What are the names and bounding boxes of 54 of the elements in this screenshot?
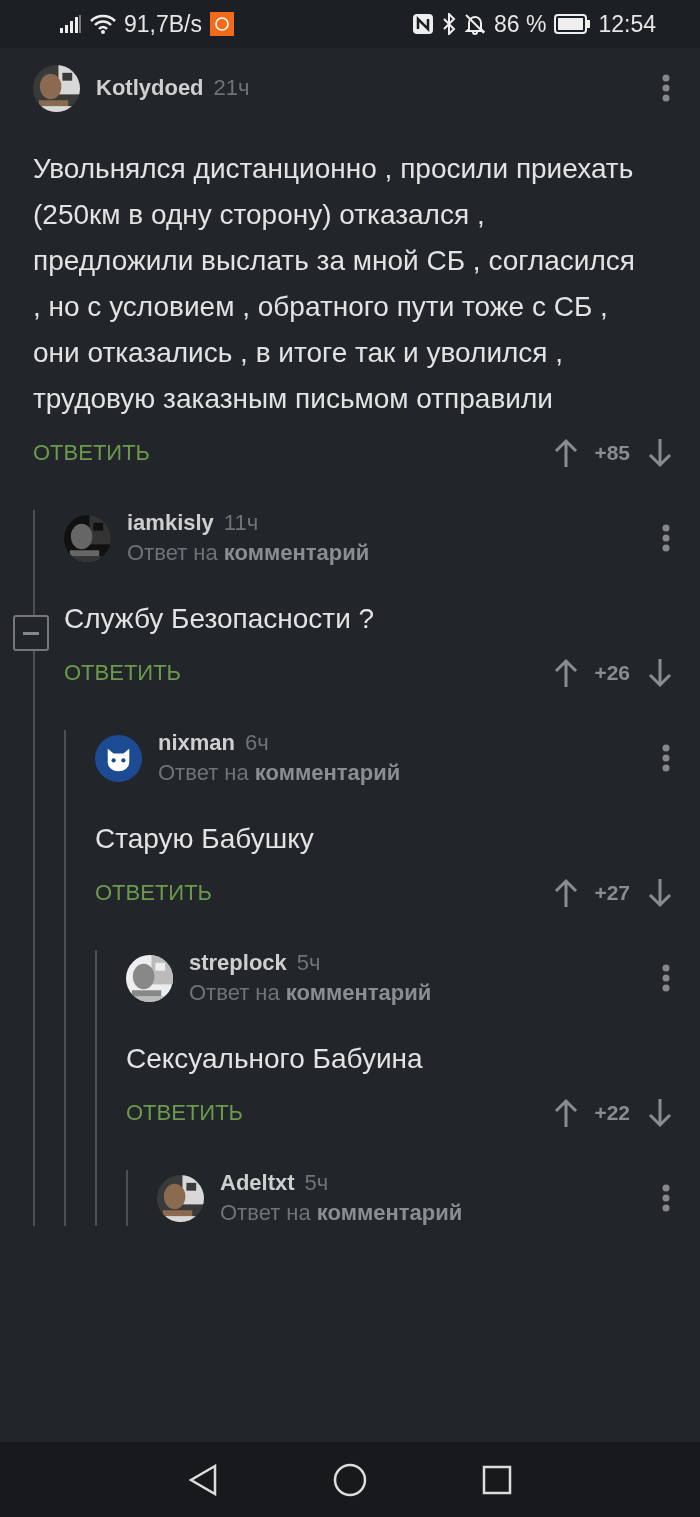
- reply-to-link[interactable]: Ответ на комментарий: [220, 1200, 662, 1226]
- network-speed: 91,7B/s: [124, 10, 202, 38]
- comment-time: 6ч: [245, 730, 269, 756]
- comment-time: 21ч: [213, 75, 250, 101]
- vote-score: +22: [594, 1101, 630, 1125]
- vote-score: +27: [594, 881, 630, 905]
- comment-text: Службу Безопасности ?: [64, 602, 376, 636]
- battery-percent: 86 %: [494, 10, 547, 38]
- downvote-icon[interactable]: [648, 658, 672, 688]
- more-menu-icon[interactable]: [662, 744, 670, 772]
- upvote-icon[interactable]: [554, 878, 579, 908]
- comment-text: Старую Бабушку: [95, 822, 315, 856]
- upvote-icon[interactable]: [554, 1098, 579, 1128]
- upvote-icon[interactable]: [554, 658, 579, 688]
- more-menu-icon[interactable]: [662, 964, 670, 992]
- downvote-icon[interactable]: [648, 878, 672, 908]
- reply-to-link[interactable]: Ответ на комментарий: [189, 980, 662, 1006]
- more-menu-icon[interactable]: [662, 524, 670, 552]
- author-name[interactable]: Kotlydoed: [96, 75, 204, 101]
- upvote-icon[interactable]: [554, 438, 579, 468]
- reply-to-link[interactable]: Ответ на комментарий: [127, 540, 662, 566]
- collapse-icon[interactable]: [13, 615, 49, 651]
- vote-score: +85: [594, 441, 630, 465]
- app-notification-icon: [210, 12, 234, 36]
- comment-text: Сексуального Бабуина: [126, 1042, 424, 1076]
- comment-time: 11ч: [223, 510, 259, 536]
- more-menu-icon[interactable]: [662, 1184, 670, 1212]
- more-menu-icon[interactable]: [662, 74, 670, 102]
- comment-text: Увольнялся дистанционно , просили приехать (250км в одну сторону) отказался , предложили выслать за мной СБ , согласился , но с условием , обратного пути тоже с СБ , они отказались , в итоге так и уволился , трудовую заказным письмом отправили: [33, 152, 636, 416]
- downvote-icon[interactable]: [648, 1098, 672, 1128]
- clock: 12:54: [598, 10, 656, 38]
- author-name[interactable]: streplock: [189, 950, 287, 976]
- nfc-icon: [412, 13, 434, 35]
- signal-icon: [60, 15, 82, 33]
- downvote-icon[interactable]: [648, 438, 672, 468]
- reply-to-link[interactable]: Ответ на комментарий: [158, 760, 662, 786]
- bluetooth-icon: [442, 13, 456, 35]
- recents-icon[interactable]: [482, 1464, 513, 1495]
- reply-button[interactable]: ОТВЕТИТЬ: [64, 660, 555, 686]
- back-icon[interactable]: [187, 1463, 218, 1496]
- bell-off-icon: [464, 13, 486, 35]
- cat-avatar-icon[interactable]: [95, 734, 142, 782]
- wifi-icon: [90, 14, 116, 34]
- battery-icon: [554, 14, 591, 34]
- comment-time: 5ч: [296, 950, 321, 976]
- home-icon[interactable]: [333, 1462, 367, 1497]
- author-name[interactable]: iamkisly: [127, 510, 214, 536]
- reply-button[interactable]: ОТВЕТИТЬ: [33, 440, 555, 466]
- author-name[interactable]: Adeltxt: [220, 1170, 295, 1196]
- reply-button[interactable]: ОТВЕТИТЬ: [126, 1100, 555, 1126]
- vote-score: +26: [594, 661, 630, 685]
- author-name[interactable]: nixman: [158, 730, 236, 756]
- reply-button[interactable]: ОТВЕТИТЬ: [95, 880, 555, 906]
- comment-time: 5ч: [304, 1170, 329, 1196]
